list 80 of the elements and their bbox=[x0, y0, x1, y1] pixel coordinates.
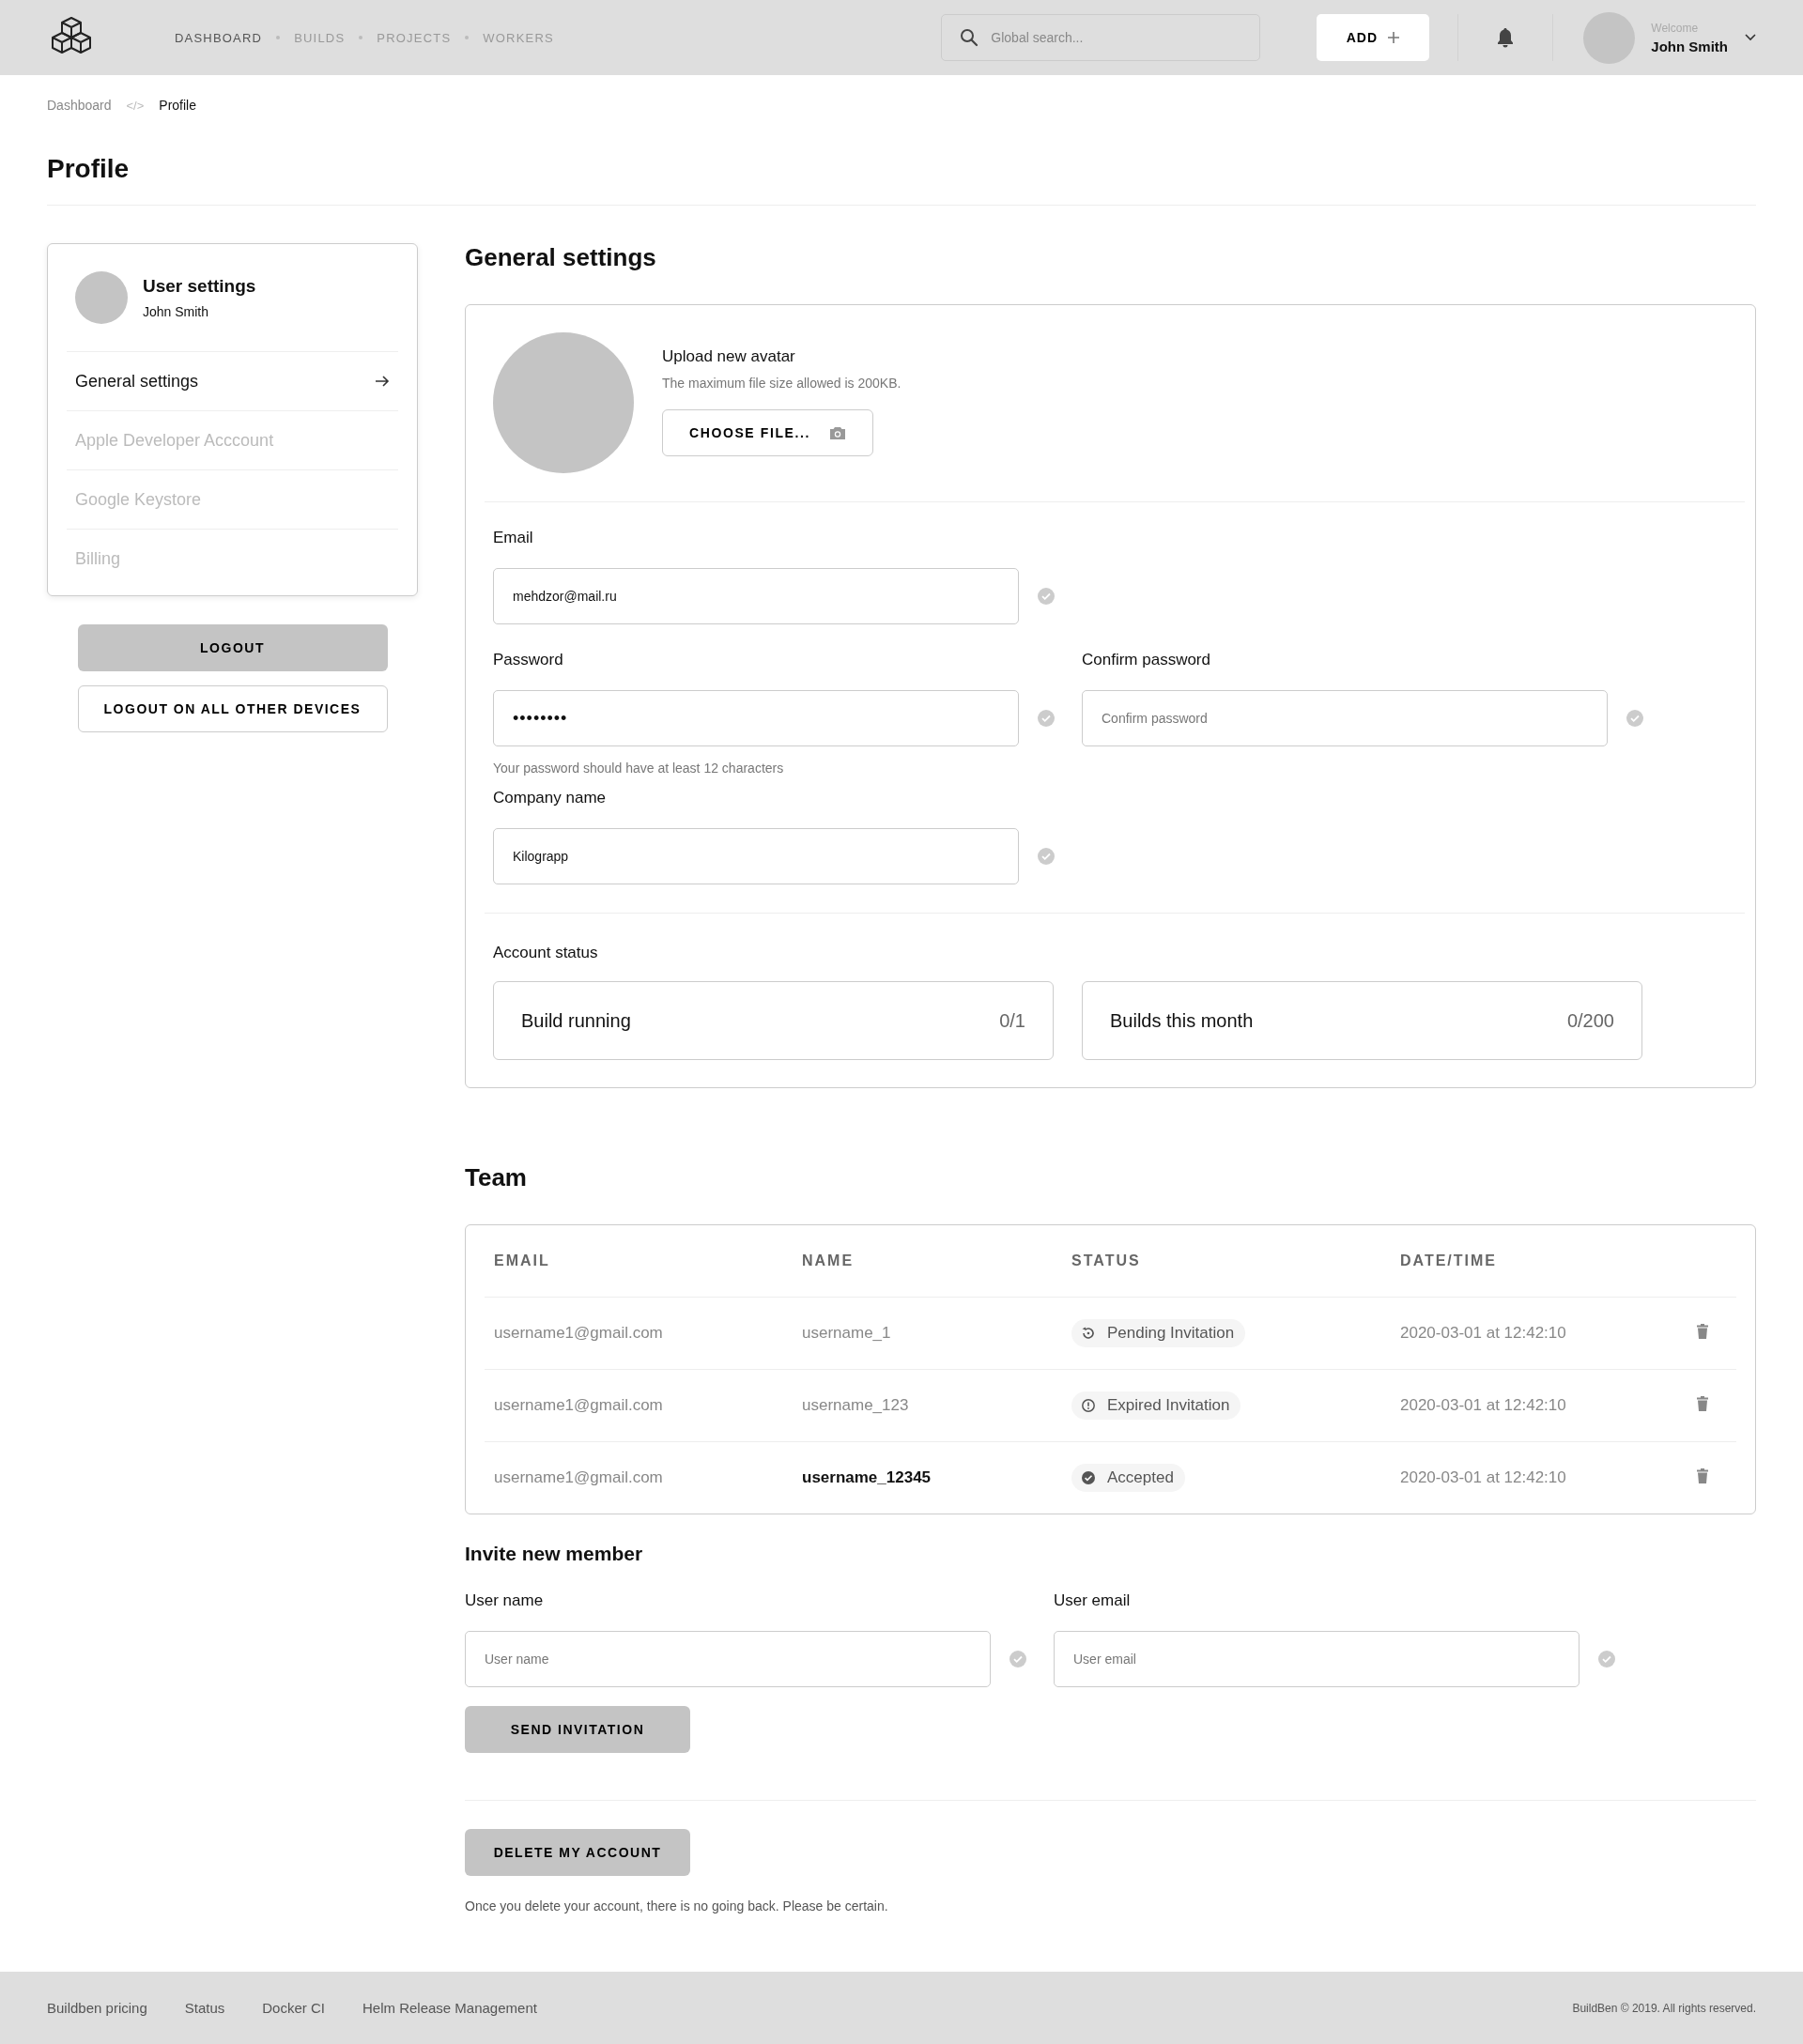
user-avatar bbox=[75, 271, 128, 324]
trash-icon[interactable] bbox=[1697, 1395, 1708, 1411]
column-header: NAME bbox=[802, 1253, 855, 1269]
footer-link[interactable]: Status bbox=[184, 2000, 225, 2016]
status-badge: Accepted bbox=[1071, 1464, 1185, 1492]
check-circle-icon bbox=[1009, 1651, 1026, 1667]
stat-value: 0/1 bbox=[999, 1009, 1025, 1032]
table-cell: 2020-03-01 at 12:42:10 bbox=[1400, 1324, 1566, 1343]
table-cell: username_123 bbox=[802, 1396, 909, 1415]
plus-icon bbox=[1387, 31, 1400, 44]
choose-file-button[interactable]: CHOOSE FILE... bbox=[662, 409, 873, 456]
history-icon bbox=[1081, 1326, 1096, 1341]
table-cell: 2020-03-01 at 12:42:10 bbox=[1400, 1396, 1566, 1415]
user-email-field[interactable]: User email bbox=[1054, 1631, 1580, 1687]
logout-button[interactable]: LOGOUT bbox=[77, 624, 388, 671]
status-badge: Expired Invitation bbox=[1071, 1391, 1241, 1420]
nav-link[interactable]: DASHBOARD bbox=[175, 30, 263, 45]
check-circle-icon bbox=[1038, 710, 1055, 727]
add-button[interactable]: ADD bbox=[1317, 14, 1430, 61]
delete-account-button[interactable]: DELETE MY ACCOUNT bbox=[465, 1829, 690, 1876]
column-header: DATE/TIME bbox=[1400, 1253, 1498, 1269]
column-header: STATUS bbox=[1071, 1253, 1141, 1269]
confirm-password-field[interactable]: Confirm password bbox=[1082, 690, 1608, 746]
table-cell: 2020-03-01 at 12:42:10 bbox=[1400, 1468, 1566, 1487]
upload-hint: The maximum file size allowed is 200KB. bbox=[662, 376, 902, 391]
settings-menu-item[interactable]: General settings bbox=[67, 352, 398, 411]
password-hint: Your password should have at least 12 characters bbox=[493, 761, 785, 776]
table-cell: username_12345 bbox=[802, 1468, 932, 1487]
footer-link[interactable]: Buildben pricing bbox=[47, 2000, 147, 2016]
upload-title: Upload new avatar bbox=[662, 347, 796, 366]
table-cell: username_1 bbox=[802, 1324, 891, 1343]
field-label: User email bbox=[1054, 1591, 1132, 1610]
table-cell: username1@gmail.com bbox=[494, 1396, 663, 1415]
footer-link[interactable]: Docker CI bbox=[262, 2000, 325, 2016]
footer-link[interactable]: Helm Release Management bbox=[362, 2000, 537, 2016]
section-label: Account status bbox=[493, 944, 599, 962]
field-label: User name bbox=[465, 1591, 545, 1610]
trash-icon[interactable] bbox=[1697, 1468, 1708, 1483]
breadcrumb-link[interactable]: Profile bbox=[159, 98, 196, 113]
send-invitation-button[interactable]: SEND INVITATION bbox=[465, 1706, 690, 1753]
logout-all-button[interactable]: LOGOUT ON ALL OTHER DEVICES bbox=[77, 685, 388, 732]
alert-circle-icon bbox=[1081, 1398, 1096, 1413]
arrow-right-icon bbox=[375, 376, 390, 387]
search-field[interactable]: Global search... bbox=[941, 14, 1261, 61]
field-label: Email bbox=[493, 529, 534, 547]
stat-value: 0/200 bbox=[1566, 1009, 1614, 1032]
stat-label: Build running bbox=[521, 1009, 631, 1032]
notification-bell-icon[interactable] bbox=[1496, 27, 1516, 48]
password-field[interactable]: •••••••• bbox=[493, 690, 1019, 746]
column-header: EMAIL bbox=[494, 1253, 550, 1269]
section-title: Invite new member bbox=[465, 1543, 643, 1565]
delete-warning: Once you delete your account, there is no going back. Please be certain. bbox=[465, 1898, 888, 1913]
field-label: Company name bbox=[493, 789, 607, 807]
check-circle-icon bbox=[1626, 710, 1643, 727]
email-field[interactable]: mehdzor@mail.ru bbox=[493, 568, 1019, 624]
chevron-down-icon[interactable] bbox=[1745, 34, 1756, 41]
check-circle-icon bbox=[1038, 848, 1055, 865]
section-title: General settings bbox=[465, 243, 656, 272]
check-circle-icon bbox=[1081, 1470, 1096, 1485]
copyright: BuildBen © 2019. All rights reserved. bbox=[1572, 2001, 1756, 2015]
page-title: Profile bbox=[47, 154, 131, 184]
search-icon bbox=[960, 28, 979, 47]
breadcrumb-link[interactable]: Dashboard bbox=[47, 98, 112, 113]
status-badge: Pending Invitation bbox=[1071, 1319, 1246, 1347]
field-label: Confirm password bbox=[1082, 651, 1211, 669]
trash-icon[interactable] bbox=[1697, 1323, 1708, 1339]
field-label: Password bbox=[493, 651, 564, 669]
camera-icon bbox=[828, 425, 846, 440]
user-name-field[interactable]: User name bbox=[465, 1631, 991, 1687]
table-cell: username1@gmail.com bbox=[494, 1468, 663, 1487]
breadcrumb-separator: </> bbox=[126, 98, 145, 113]
stat-label: Builds this month bbox=[1110, 1009, 1254, 1032]
check-circle-icon bbox=[1038, 588, 1055, 605]
company-field[interactable]: Kilograpp bbox=[493, 828, 1019, 884]
card-title: User settings bbox=[143, 276, 256, 297]
user-name[interactable]: John Smith bbox=[1651, 38, 1728, 54]
section-title: Team bbox=[465, 1163, 527, 1192]
table-cell: username1@gmail.com bbox=[494, 1324, 663, 1343]
user-name: John Smith bbox=[143, 304, 210, 319]
check-circle-icon bbox=[1598, 1651, 1615, 1667]
